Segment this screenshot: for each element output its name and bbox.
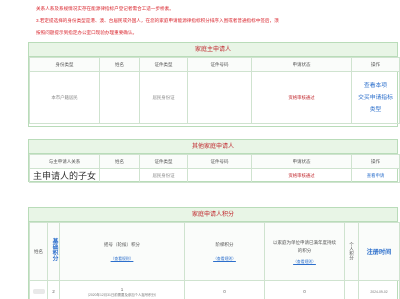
main-applicant-panel: 家庭主申请人 身份类型 姓名 证件类型 证件号码 申请状态 操作 本市户籍居民 … — [28, 42, 400, 127]
co-applicant-title: 其他家庭申请人 — [29, 140, 397, 154]
header-auto-score: 摇号（轮候）积分 （查看规则） — [59, 222, 185, 281]
view-application-link[interactable]: 查看申请 — [351, 168, 400, 183]
id-type-cell: 居民身份证 — [139, 168, 188, 183]
level-rule-link[interactable]: （查看规则） — [213, 257, 236, 261]
header-status: 申请状态 — [251, 57, 352, 72]
main-applicant-table: 身份类型 姓名 证件类型 证件号码 申请状态 操作 本市户籍居民 居民身份证 资… — [29, 57, 400, 124]
status-cell: 资格审核通过 — [251, 71, 352, 124]
header-id-type: 证件类型 — [139, 154, 188, 169]
name-cell — [99, 168, 140, 183]
identity-cell: 本市户籍居民 — [29, 71, 100, 124]
id-number-cell — [187, 71, 252, 124]
name-cell — [99, 71, 140, 124]
header-identity: 身份类型 — [29, 57, 100, 72]
header-reg-time: 注册时间 — [358, 222, 400, 281]
header-status: 申请状态 — [251, 154, 352, 169]
notice-line-2: 3.若定提选择的身份类型是港、澳、台居民或外国人，在您的家庭申请能源律指标积分排… — [36, 18, 279, 23]
header-relation: 与主申请人关系 — [29, 154, 100, 169]
id-number-cell — [187, 168, 252, 183]
level-score-cell: 0 — [184, 280, 265, 299]
relation-cell: 主申请人的子女 — [29, 168, 100, 183]
ops-cell: 查看本项 交买申请指标 类型 — [351, 71, 400, 124]
header-members-score: 个人积分 — [344, 222, 359, 281]
members-score-cell — [344, 280, 359, 299]
table-row: 主申请人的子女 居民身份证 资格审核通过 查看申请 — [29, 168, 400, 183]
family-score-table: 姓名 基础积分 摇号（轮候）积分 （查看规则） 阶梯积分 （查看规则） 以家庭为… — [29, 222, 400, 299]
header-name: 姓名 — [99, 57, 140, 72]
apply-indicator-link[interactable]: 交买申请指标 — [353, 92, 399, 104]
auto-score-cell: 1 （2020年12月31日前需要及参加个人摇号积分） — [59, 280, 185, 299]
header-join-score: 以家庭为单位申请已满年度持续的积分 （查看规则） — [264, 222, 345, 281]
header-name: 姓名 — [29, 222, 48, 281]
view-item-link[interactable]: 查看本项 — [353, 80, 399, 92]
header-name: 姓名 — [99, 154, 140, 169]
header-id-number: 证件号码 — [187, 57, 252, 72]
type-link[interactable]: 类型 — [353, 104, 399, 116]
header-ops: 操作 — [351, 57, 400, 72]
header-level-score: 阶梯积分 （查看规则） — [184, 222, 265, 281]
header-id-number: 证件号码 — [187, 154, 252, 169]
header-base-score: 基础积分 — [47, 222, 60, 281]
reg-time-cell: 2024-09-02 — [358, 280, 400, 299]
family-score-panel: 家庭申请人积分 姓名 基础积分 摇号（轮候）积分 （查看规则） 阶梯积分 （查看… — [28, 207, 400, 299]
notice-line-1: 关系人系及系规情况实存在能源律指标户登记者需合工适一步桥素。 — [36, 6, 174, 11]
family-score-title: 家庭申请人积分 — [29, 208, 397, 222]
header-ops: 操作 — [351, 154, 400, 169]
base-score-cell: 2 — [47, 280, 60, 299]
name-redacted — [32, 288, 45, 294]
co-applicant-panel: 其他家庭申请人 与主申请人关系 姓名 证件类型 证件号码 申请状态 操作 主申请… — [28, 139, 400, 183]
main-applicant-title: 家庭主申请人 — [29, 43, 397, 57]
auto-rule-link[interactable]: （查看规则） — [111, 257, 134, 261]
co-applicant-table: 与主申请人关系 姓名 证件类型 证件号码 申请状态 操作 主申请人的子女 居民身… — [29, 154, 400, 183]
table-row: 本市户籍居民 居民身份证 资格审核通过 查看本项 交买申请指标 类型 — [29, 71, 400, 124]
join-rule-link[interactable]: （查看规则） — [293, 260, 316, 264]
header-id-type: 证件类型 — [139, 57, 188, 72]
name-cell — [29, 280, 48, 299]
join-score-cell: 0 — [264, 280, 345, 299]
status-cell: 资格审核通过 — [251, 168, 352, 183]
id-type-cell: 居民身份证 — [139, 71, 188, 124]
table-row: 2 1 （2020年12月31日前需要及参加个人摇号积分） 0 0 2024-0… — [29, 280, 400, 299]
notice-line-3: 按照问题提示到指定办公室口现验办理重要确认。 — [36, 30, 138, 35]
